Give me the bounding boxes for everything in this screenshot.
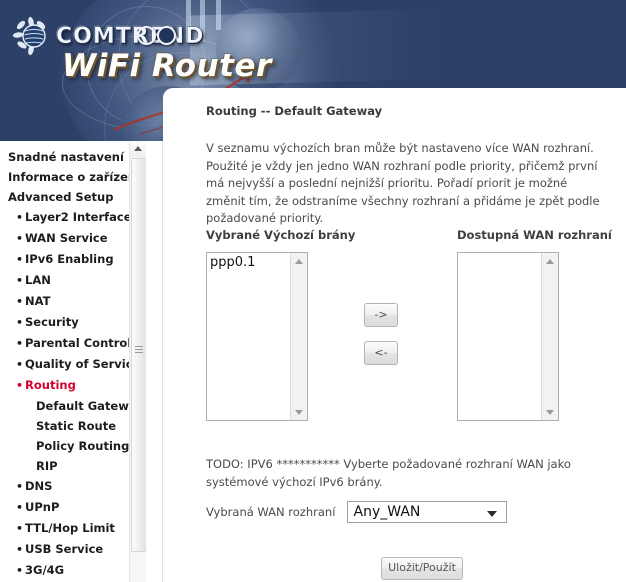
bullet-icon: • (16, 316, 24, 329)
product-name: WiFi Router (62, 48, 272, 84)
intro-description: V seznamu výchozích bran může být nastav… (206, 141, 600, 225)
sidebar-item-label: DNS (25, 479, 53, 493)
sidebar-item-advanced-setup[interactable]: Advanced Setup (0, 187, 146, 207)
bullet-icon: • (16, 358, 24, 371)
wan-interface-row: Vybraná WAN rozhraní Any_WAN (206, 501, 507, 523)
scrollbar-down-arrow[interactable] (542, 404, 558, 420)
bullet-icon: • (16, 564, 24, 577)
remove-from-selected-button[interactable]: <- (364, 341, 398, 365)
sidebar-item-label: Routing (25, 378, 76, 392)
wan-interface-select[interactable]: Any_WAN (346, 501, 507, 523)
todo-note: TODO: IPV6 *********** Vyberte požadovan… (206, 457, 571, 489)
bullet-icon: • (16, 274, 24, 287)
sidebar-item-label: WAN Service (25, 231, 108, 245)
sidebar-item-label: TTL/Hop Limit (25, 521, 115, 535)
sidebar-item-routing[interactable]: • Routing (0, 375, 146, 396)
bullet-icon: • (16, 501, 24, 514)
wan-select-label: Vybraná WAN rozhraní (206, 505, 336, 519)
sidebar-navigation: Snadné nastavení Informace o zařízení Adva… (0, 141, 146, 582)
sidebar-item-label: RIP (36, 459, 58, 473)
sidebar-item-label: IPv6 Enabling (25, 252, 114, 266)
sidebar-item-snadn-nastaven[interactable]: Snadné nastavení (0, 147, 146, 167)
sidebar-item-label: Policy Routing (36, 439, 130, 453)
sidebar-item-parental-control[interactable]: • Parental Control (0, 333, 146, 354)
listbox-scrollbar[interactable] (541, 253, 558, 420)
triangle-down-icon (546, 410, 554, 415)
sidebar-item-nat[interactable]: • NAT (0, 291, 146, 312)
sidebar-item-label: Advanced Setup (8, 190, 114, 204)
sidebar-item-label: Static Route (36, 419, 117, 433)
banner-circle-decoration (137, 26, 156, 45)
sidebar-menu-list: Snadné nastavení Informace o zařízení Adva… (0, 141, 146, 582)
sidebar-item-label: 3G/4G (25, 563, 65, 577)
available-wan-listbox[interactable] (457, 252, 559, 421)
brand-name: COMTREND (56, 24, 205, 49)
scrollbar-down-arrow[interactable] (291, 404, 307, 420)
sidebar-item-static-route[interactable]: Static Route (0, 416, 146, 436)
sidebar-item-ttl-hop-limit[interactable]: • TTL/Hop Limit (0, 518, 146, 539)
bullet-icon: • (16, 211, 24, 224)
bullet-icon: • (16, 337, 24, 350)
bullet-icon: • (16, 522, 24, 535)
bullet-icon: • (16, 295, 24, 308)
sidebar-item-policy-routing[interactable]: Policy Routing (0, 436, 146, 456)
selected-gateways-label: Vybrané Výchozí brány (206, 228, 356, 242)
sidebar-item-label: Layer2 Interface (25, 210, 132, 224)
triangle-up-icon (134, 146, 142, 151)
selected-gateways-options[interactable]: ppp0.1 (207, 253, 290, 271)
sidebar-item-ipv6-enabling[interactable]: • IPv6 Enabling (0, 249, 146, 270)
selected-gateways-listbox[interactable]: ppp0.1 (206, 252, 308, 421)
sidebar-item-label: UPnP (25, 500, 60, 514)
sidebar-item-quality-of-service[interactable]: • Quality of Service (0, 354, 146, 375)
listbox-scrollbar[interactable] (290, 253, 307, 420)
sidebar-item-default-gateway[interactable]: Default Gateway (0, 396, 146, 416)
router-admin-page: COMTREND WiFi Router Snadné nastavení Inf… (0, 0, 626, 582)
sidebar-item-label: NAT (25, 294, 51, 308)
triangle-up-icon (546, 259, 554, 264)
sidebar-item-label: Parental Control (25, 336, 132, 350)
save-apply-button[interactable]: Uložit/Použít (381, 557, 463, 580)
page-title: Routing -- Default Gateway (206, 104, 383, 118)
sidebar-item-label: LAN (25, 273, 51, 287)
comtrend-logo-icon (12, 16, 46, 56)
scrollbar-up-arrow[interactable] (542, 253, 558, 269)
chevron-down-icon (486, 511, 497, 517)
sidebar-item-label: Informace o zařízení (8, 170, 140, 184)
available-wan-options[interactable] (458, 253, 541, 255)
sidebar-item-upnp[interactable]: • UPnP (0, 497, 146, 518)
sidebar-item-label: Security (25, 315, 79, 329)
sidebar-item-label: Snadné nastavení (8, 150, 124, 164)
sidebar-item-label: Default Gateway (36, 399, 144, 413)
sidebar-item-informace-o-za-zen[interactable]: Informace o zařízení (0, 167, 146, 187)
bullet-icon: • (16, 253, 24, 266)
sidebar-item-dns[interactable]: • DNS (0, 476, 146, 497)
sidebar-item-lan[interactable]: • LAN (0, 270, 146, 291)
content-panel: Routing -- Default Gateway V seznamu výc… (163, 88, 626, 582)
sidebar-item-rip[interactable]: RIP (0, 456, 146, 476)
scrollbar-thumb[interactable] (131, 158, 146, 552)
sidebar-item-label: USB Service (25, 542, 104, 556)
triangle-down-icon (295, 410, 303, 415)
available-wan-label: Dostupná WAN rozhraní (457, 228, 612, 242)
sidebar-scrollbar[interactable] (129, 141, 146, 582)
bullet-icon: • (16, 232, 24, 245)
sidebar-item-wan-service[interactable]: • WAN Service (0, 228, 146, 249)
list-item[interactable]: ppp0.1 (210, 255, 290, 271)
sidebar-item-3g-4g[interactable]: • 3G/4G (0, 560, 146, 581)
wan-selected-value: Any_WAN (353, 504, 421, 520)
scrollbar-up-arrow[interactable] (130, 141, 146, 157)
sidebar-item-security[interactable]: • Security (0, 312, 146, 333)
bullet-icon: • (16, 543, 24, 556)
triangle-up-icon (295, 259, 303, 264)
scrollbar-up-arrow[interactable] (291, 253, 307, 269)
add-to-selected-button[interactable]: -> (364, 303, 398, 327)
banner-circle-decoration (157, 26, 176, 45)
sidebar-item-usb-service[interactable]: • USB Service (0, 539, 146, 560)
bullet-icon: • (16, 480, 24, 493)
sidebar-item-layer2-interface[interactable]: • Layer2 Interface (0, 207, 146, 228)
bullet-icon: • (16, 379, 24, 392)
scrollbar-grip-icon (135, 346, 143, 353)
sidebar-item-label: Quality of Service (25, 357, 141, 371)
